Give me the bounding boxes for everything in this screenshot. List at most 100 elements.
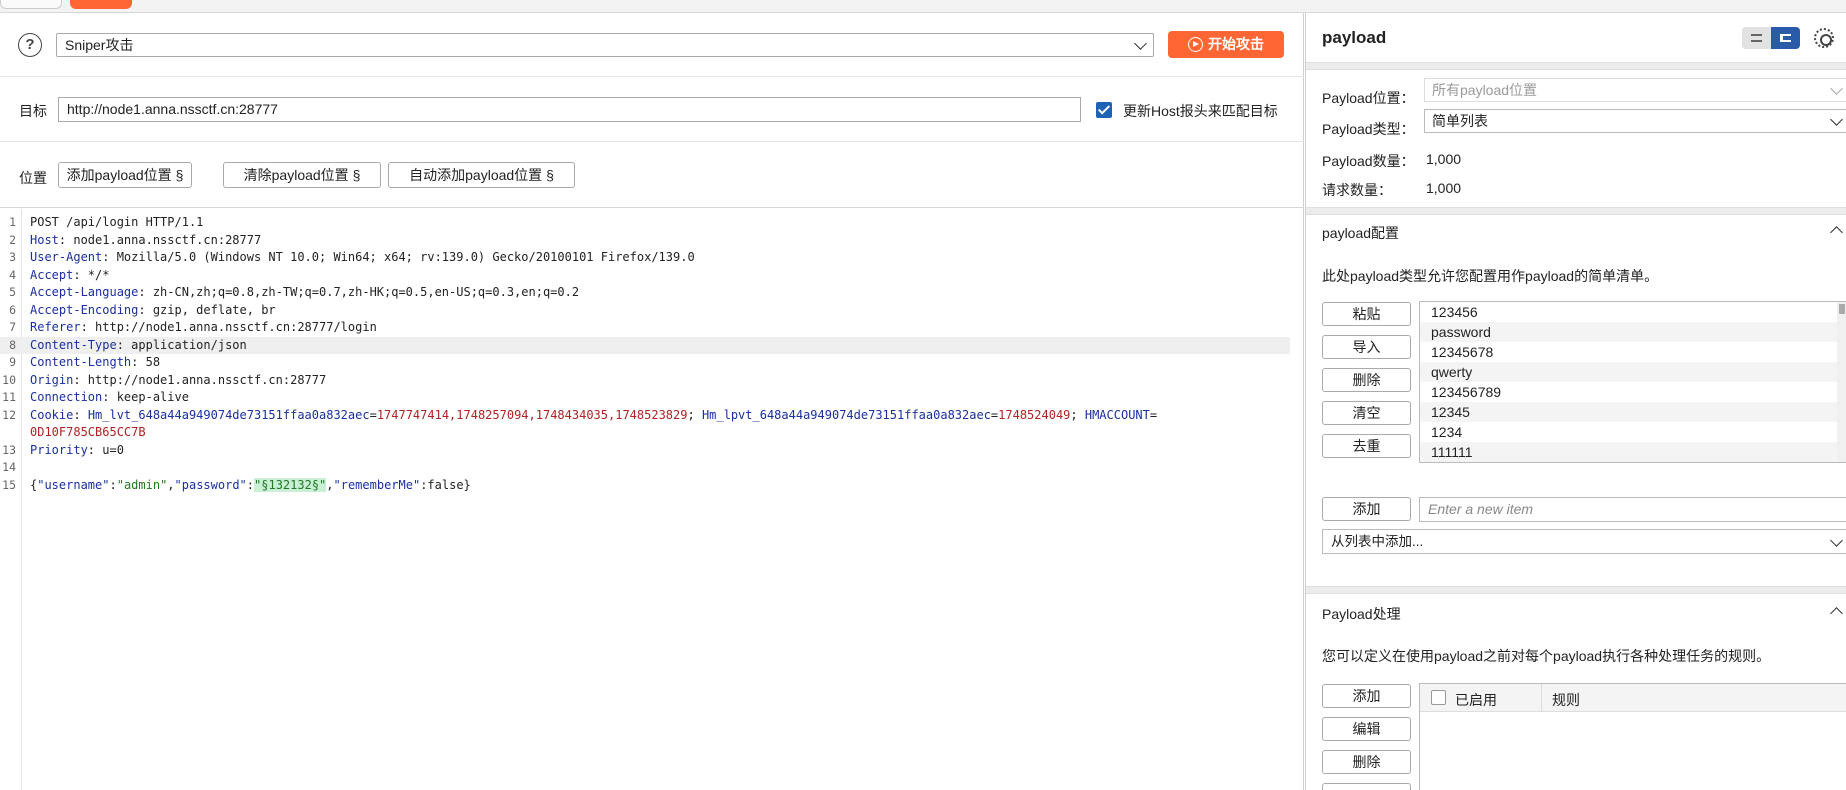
- request-editor[interactable]: 1 POST /api/login HTTP/1.1 2 Host: node1.an…: [0, 209, 1304, 790]
- list-item[interactable]: 1234567: [1420, 462, 1846, 463]
- dedupe-button[interactable]: 去重: [1322, 434, 1411, 458]
- code-token: Host: [30, 232, 59, 247]
- paste-button[interactable]: 粘贴: [1322, 302, 1411, 326]
- line-content: Cookie: Hm_lvt_648a44a949074de73151ffaa0…: [30, 407, 1157, 425]
- line-content: {"username":"admin","password":"§132132§…: [30, 477, 471, 495]
- code-token: Connection: [30, 390, 103, 404]
- list-item[interactable]: 1234: [1420, 422, 1846, 442]
- code-line[interactable]: 8 Content-Type: application/json: [0, 336, 1290, 354]
- code-token: : http://node1.anna.nssctf.cn:28777/logi…: [80, 320, 377, 334]
- code-token: ,: [167, 477, 175, 492]
- list-item[interactable]: 123456789: [1420, 382, 1846, 402]
- payload-processing-title: Payload处理: [1322, 606, 1401, 622]
- import-button[interactable]: 导入: [1322, 335, 1411, 359]
- code-token: "username": [37, 477, 110, 492]
- edit-rule-button[interactable]: 编辑: [1322, 717, 1411, 741]
- payload-list[interactable]: 123456 password 12345678 qwerty 123456789 123…: [1419, 301, 1846, 463]
- code-line[interactable]: 14: [0, 459, 1290, 477]
- positions-label: 位置: [19, 170, 47, 186]
- column-enabled[interactable]: 已启用: [1455, 690, 1497, 710]
- add-payload-position-button[interactable]: 添加payload位置 §: [58, 162, 192, 188]
- table-header: 已启用 规则: [1420, 684, 1846, 712]
- scrollbar[interactable]: [1837, 302, 1846, 462]
- code-token: : u=0: [87, 442, 124, 457]
- code-line[interactable]: 13 Priority: u=0: [0, 442, 1290, 460]
- auto-add-payload-position-button[interactable]: 自动添加payload位置 §: [388, 162, 575, 188]
- code-line[interactable]: 2 Host: node1.anna.nssctf.cn:28777: [0, 232, 1290, 250]
- code-token: ;: [687, 407, 702, 422]
- code-token: Hm_lpvt_648a44a949074de73151ffaa0a832aec: [701, 407, 991, 422]
- start-attack-button[interactable]: 开始攻击: [1168, 31, 1284, 58]
- line-content: Accept-Encoding: gzip, deflate, br: [30, 302, 276, 320]
- panel-title: payload: [1322, 28, 1387, 47]
- code-token: : node1.anna.nssctf.cn:28777: [58, 232, 262, 247]
- new-item-input[interactable]: Enter a new item: [1419, 497, 1846, 522]
- target-row: 目标 http://node1.anna.nssctf.cn:28777 更新H…: [0, 78, 1304, 142]
- tab-previous[interactable]: [0, 0, 62, 9]
- attack-type-select[interactable]: Sniper攻击: [56, 33, 1154, 57]
- column-rule[interactable]: 规则: [1552, 690, 1580, 710]
- line-number: 8: [9, 337, 16, 352]
- start-attack-label: 开始攻击: [1208, 36, 1264, 52]
- target-url-input[interactable]: http://node1.anna.nssctf.cn:28777: [58, 97, 1081, 122]
- add-item-button[interactable]: 添加: [1322, 497, 1411, 521]
- help-icon[interactable]: ?: [18, 33, 42, 57]
- code-line[interactable]: 0D10F785CB65CC7B: [0, 424, 1290, 442]
- delete-rule-button[interactable]: 删除: [1322, 750, 1411, 774]
- tab-active[interactable]: [70, 0, 132, 9]
- list-item[interactable]: 12345: [1420, 402, 1846, 422]
- list-item[interactable]: qwerty: [1420, 362, 1846, 382]
- code-token: :: [109, 477, 117, 492]
- code-token: =: [1149, 407, 1158, 422]
- column-divider: [1541, 684, 1542, 712]
- clear-payload-position-button[interactable]: 清除payload位置 §: [223, 162, 381, 188]
- split-view-icon[interactable]: [1771, 27, 1800, 49]
- code-line[interactable]: 6 Accept-Encoding: gzip, deflate, br: [0, 302, 1290, 320]
- code-line[interactable]: 10 Origin: http://node1.anna.nssctf.cn:28…: [0, 372, 1290, 390]
- gear-icon[interactable]: [1814, 28, 1834, 48]
- list-item[interactable]: 12345678: [1420, 342, 1846, 362]
- request-count-label: 请求数量：: [1322, 182, 1392, 198]
- more-rule-button[interactable]: [1322, 783, 1411, 790]
- code-line[interactable]: 7 Referer: http://node1.anna.nssctf.cn:28…: [0, 319, 1290, 337]
- processing-rules-table: 已启用 规则: [1419, 683, 1846, 790]
- chevron-down-icon: [1134, 37, 1147, 50]
- select-all-checkbox[interactable]: [1431, 690, 1446, 705]
- code-line[interactable]: 9 Content-Length: 58: [0, 354, 1290, 372]
- view-toggle[interactable]: [1742, 27, 1800, 49]
- code-line[interactable]: 3 User-Agent: Mozilla/5.0 (Windows NT 10.…: [0, 249, 1290, 267]
- add-from-list-select[interactable]: 从列表中添加...: [1322, 529, 1846, 554]
- line-number: 13: [2, 442, 16, 457]
- line-number: 1: [9, 215, 16, 229]
- code-line[interactable]: 15 {"username":"admin","password":"§13213…: [0, 477, 1290, 495]
- code-line[interactable]: 4 Accept: */*: [0, 267, 1290, 285]
- code-token: "admin": [116, 477, 168, 492]
- list-item[interactable]: 111111: [1420, 442, 1846, 462]
- line-content: User-Agent: Mozilla/5.0 (Windows NT 10.0…: [30, 249, 695, 267]
- collapse-caret-icon[interactable]: [1830, 226, 1843, 239]
- collapse-caret-icon[interactable]: [1830, 607, 1843, 620]
- code-token: =: [369, 407, 377, 422]
- payload-count-value: 1,000: [1426, 151, 1462, 167]
- add-rule-button[interactable]: 添加: [1322, 684, 1411, 708]
- payload-type-label: Payload类型：: [1322, 121, 1415, 137]
- code-line[interactable]: 5 Accept-Language: zh-CN,zh;q=0.8,zh-TW;q…: [0, 284, 1290, 302]
- payload-panel: payload Payload位置： 所有payload位置 Payload类型…: [1305, 13, 1846, 790]
- code-line[interactable]: 12 Cookie: Hm_lvt_648a44a949074de73151ffa…: [0, 407, 1290, 425]
- code-token: : http://node1.anna.nssctf.cn:28777: [73, 372, 327, 387]
- update-host-checkbox[interactable]: [1096, 102, 1112, 118]
- list-item[interactable]: password: [1420, 322, 1846, 342]
- code-line[interactable]: 1 POST /api/login HTTP/1.1: [0, 214, 1290, 232]
- line-number: 5: [9, 285, 16, 299]
- payload-type-select[interactable]: 简单列表: [1424, 109, 1846, 133]
- line-number: 6: [9, 302, 16, 317]
- clear-button[interactable]: 清空: [1322, 401, 1411, 425]
- line-number: 4: [9, 267, 16, 282]
- list-item[interactable]: 123456: [1420, 302, 1846, 322]
- code-token: :false}: [420, 477, 471, 492]
- delete-button[interactable]: 删除: [1322, 368, 1411, 392]
- list-view-icon[interactable]: [1742, 27, 1771, 49]
- line-number: 3: [9, 250, 16, 264]
- code-line[interactable]: 11 Connection: keep-alive: [0, 389, 1290, 407]
- payload-position-label: Payload位置：: [1322, 90, 1415, 106]
